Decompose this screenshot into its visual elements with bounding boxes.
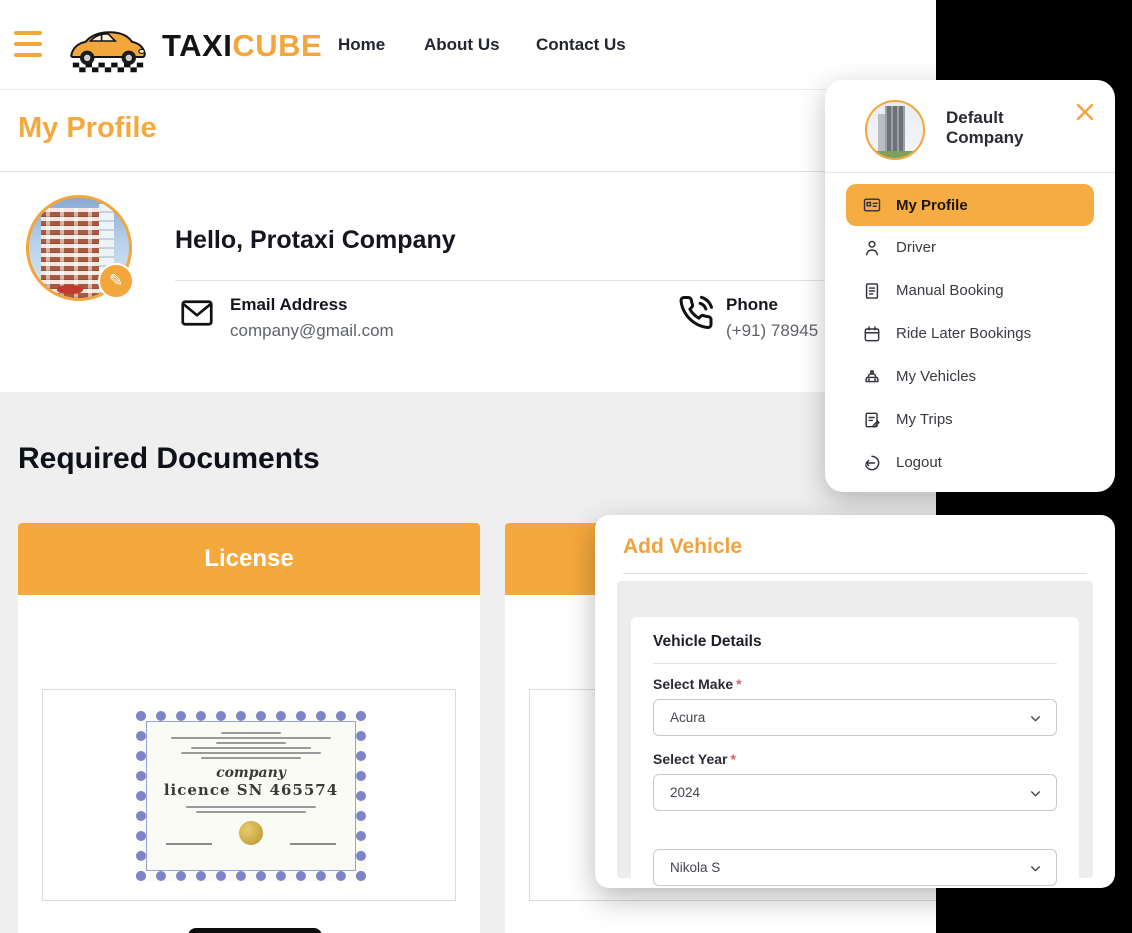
menu-item-my-trips[interactable]: My Trips bbox=[825, 398, 1115, 441]
email-value: company@gmail.com bbox=[230, 321, 394, 341]
brand-taxi: TAXI bbox=[162, 28, 232, 63]
phone-label: Phone bbox=[726, 295, 778, 315]
profile-greeting: Hello, Protaxi Company bbox=[175, 226, 456, 255]
brand-cube: CUBE bbox=[232, 28, 322, 63]
envelope-icon bbox=[176, 295, 218, 331]
hamburger-menu-icon[interactable] bbox=[14, 31, 42, 57]
trip-note-icon bbox=[862, 410, 882, 430]
required-asterisk: * bbox=[730, 751, 735, 767]
certificate-gold-seal bbox=[239, 821, 263, 845]
chevron-down-icon bbox=[1029, 862, 1042, 875]
pencil-icon: ✎ bbox=[109, 271, 123, 291]
menu-label: Logout bbox=[896, 454, 942, 471]
nav-link-home[interactable]: Home bbox=[338, 35, 385, 55]
taxi-logo-icon bbox=[60, 8, 156, 82]
certificate-signature bbox=[166, 843, 212, 845]
divider bbox=[825, 172, 1115, 173]
license-upload-button[interactable]: License bbox=[188, 928, 322, 933]
menu-item-driver[interactable]: Driver bbox=[825, 226, 1115, 269]
document-lines-icon bbox=[862, 281, 882, 301]
add-vehicle-modal: Add Vehicle Vehicle Details Select Make*… bbox=[595, 515, 1115, 888]
phone-icon bbox=[676, 292, 716, 332]
page-title: My Profile bbox=[18, 112, 157, 145]
logout-icon bbox=[862, 453, 882, 473]
id-card-icon bbox=[862, 195, 882, 215]
taxi-icon bbox=[862, 367, 882, 387]
menu-item-ride-later-bookings[interactable]: Ride Later Bookings bbox=[825, 312, 1115, 355]
phone-value: (+91) 78945 bbox=[726, 321, 818, 341]
vehicle-details-heading: Vehicle Details bbox=[653, 633, 1057, 651]
license-card-body: company licence SN 465574 License bbox=[18, 595, 480, 933]
chevron-down-icon bbox=[1029, 787, 1042, 800]
certificate-company-text: company bbox=[156, 765, 346, 781]
select-year-value: 2024 bbox=[670, 785, 700, 800]
select-make-dropdown[interactable]: Acura bbox=[653, 699, 1057, 736]
calendar-icon bbox=[862, 324, 882, 344]
select-make-label: Select Make* bbox=[653, 676, 1057, 695]
divider bbox=[0, 171, 936, 172]
license-document-frame: company licence SN 465574 bbox=[42, 689, 456, 901]
person-icon bbox=[862, 238, 882, 258]
brand-logo-text[interactable]: TAXICUBE bbox=[162, 28, 322, 64]
required-asterisk: * bbox=[736, 676, 741, 692]
menu-label: My Profile bbox=[896, 197, 968, 214]
account-panel: Default Company My Profile Driver bbox=[825, 80, 1115, 492]
documents-heading: Required Documents bbox=[18, 442, 320, 476]
license-certificate-image: company licence SN 465574 bbox=[136, 711, 366, 881]
select-year-dropdown[interactable]: 2024 bbox=[653, 774, 1057, 811]
nav-link-contact-us[interactable]: Contact Us bbox=[536, 35, 626, 55]
select-year-label: Select Year* bbox=[653, 751, 1057, 770]
divider bbox=[623, 573, 1087, 574]
select-make-value: Acura bbox=[670, 710, 705, 725]
close-icon[interactable] bbox=[1073, 100, 1097, 124]
chevron-down-icon bbox=[1029, 712, 1042, 725]
certificate-signature bbox=[290, 843, 336, 845]
select-model-value: Nikola S bbox=[670, 860, 720, 875]
divider bbox=[653, 663, 1057, 664]
nav-link-about-us[interactable]: About Us bbox=[424, 35, 500, 55]
menu-label: Manual Booking bbox=[896, 282, 1004, 299]
panel-company-name: Default Company bbox=[946, 108, 1056, 147]
company-avatar: ✎ bbox=[26, 195, 132, 301]
menu-item-manual-booking[interactable]: Manual Booking bbox=[825, 269, 1115, 312]
menu-label: Driver bbox=[896, 239, 936, 256]
select-model-dropdown[interactable]: Nikola S bbox=[653, 849, 1057, 886]
license-card: License company licence SN 465574 bbox=[18, 523, 480, 933]
menu-label: My Vehicles bbox=[896, 368, 976, 385]
edit-avatar-button[interactable]: ✎ bbox=[98, 263, 134, 299]
panel-menu: My Profile Driver Manual Booking Ride La… bbox=[825, 184, 1115, 484]
app-window: TAXICUBE Home About Us Contact Us My Pro… bbox=[0, 0, 1132, 933]
menu-item-my-profile[interactable]: My Profile bbox=[846, 184, 1094, 226]
menu-item-my-vehicles[interactable]: My Vehicles bbox=[825, 355, 1115, 398]
menu-label: My Trips bbox=[896, 411, 953, 428]
select-model-label bbox=[653, 826, 1057, 845]
divider bbox=[175, 280, 933, 281]
certificate-licence-number: licence SN 465574 bbox=[156, 781, 346, 799]
panel-company-avatar bbox=[865, 100, 925, 160]
license-card-header: License bbox=[18, 523, 480, 595]
menu-label: Ride Later Bookings bbox=[896, 325, 1031, 342]
navbar: TAXICUBE Home About Us Contact Us bbox=[0, 0, 936, 90]
modal-title: Add Vehicle bbox=[623, 535, 742, 559]
menu-item-logout[interactable]: Logout bbox=[825, 441, 1115, 484]
email-label: Email Address bbox=[230, 295, 347, 315]
vehicle-details-card: Vehicle Details Select Make* Acura Selec… bbox=[631, 617, 1079, 878]
